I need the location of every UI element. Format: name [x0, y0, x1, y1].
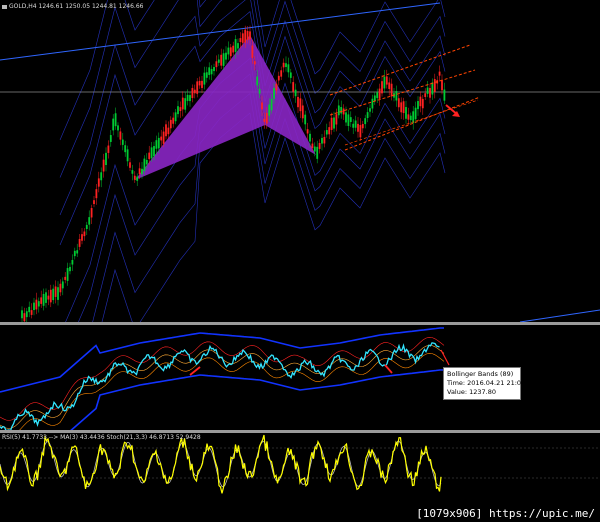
oscillator-canvas[interactable] — [0, 433, 600, 495]
upper-trendline[interactable] — [0, 2, 441, 61]
price-chart-pane[interactable]: GOLD,H4 1246.61 1250.05 1244.81 1246.66 — [0, 0, 600, 322]
lower-trendline[interactable] — [519, 309, 600, 322]
tooltip-value: Value: 1237.80 — [447, 388, 496, 396]
symbol-label: GOLD,H4 — [9, 3, 37, 10]
arrow-annotation-icon — [445, 104, 460, 117]
price-channel[interactable] — [329, 44, 481, 151]
harmonic-pattern-left[interactable] — [135, 35, 265, 180]
ohlc-values: 1246.61 1250.05 1244.81 1246.66 — [38, 3, 144, 10]
price-chart-canvas[interactable] — [0, 0, 600, 322]
image-host-watermark: [1079x906] https://upic.me/ — [413, 506, 598, 521]
chart-type-icon — [2, 4, 7, 9]
chart-header: GOLD,H4 1246.61 1250.05 1244.81 1246.66 — [2, 3, 143, 10]
oscillator-pane[interactable]: RSI(5) 41.7733 --> MA(3) 43.4436 Stoch(2… — [0, 433, 600, 495]
bollinger-tooltip: Bollinger Bands (89) Time: 2016.04.21 21… — [443, 367, 526, 400]
tooltip-time: Time: 2016.04.21 21:00 — [447, 379, 526, 387]
oscillator-header: RSI(5) 41.7733 --> MA(3) 43.4436 Stoch(2… — [2, 434, 201, 441]
tooltip-title: Bollinger Bands (89) — [447, 370, 514, 378]
